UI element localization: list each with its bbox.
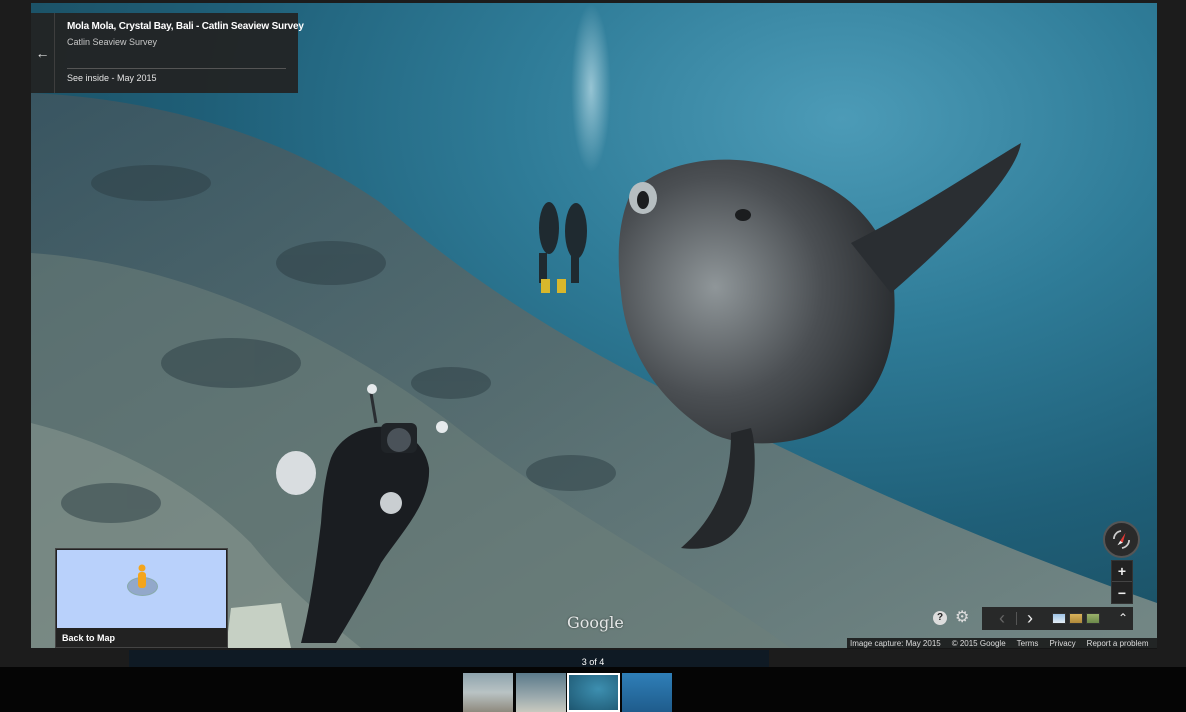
filmstrip: [0, 667, 1186, 712]
nav-thumbnail[interactable]: [1086, 613, 1100, 624]
photo-navigation-bar: ‹ › ⌃: [982, 607, 1133, 630]
chevron-right-icon[interactable]: ›: [1018, 607, 1042, 630]
bubble-trail: [571, 3, 611, 173]
terms-link[interactable]: Terms: [1017, 639, 1039, 648]
privacy-link[interactable]: Privacy: [1049, 639, 1075, 648]
arrow-left-icon[interactable]: ←: [31, 13, 55, 93]
zoom-in-button[interactable]: +: [1112, 561, 1132, 582]
chevron-up-icon[interactable]: ⌃: [1114, 607, 1132, 630]
footer-bar: Image capture: May 2015 © 2015 Google Te…: [847, 638, 1157, 649]
place-title: Mola Mola, Crystal Bay, Bali - Catlin Se…: [67, 21, 304, 32]
google-logo: Google: [567, 613, 624, 632]
nav-divider: [1016, 612, 1017, 625]
card-divider: [67, 68, 286, 69]
see-inside-date[interactable]: See inside - May 2015: [67, 73, 157, 83]
compass-icon[interactable]: [1103, 521, 1140, 558]
copyright-text: © 2015 Google: [951, 639, 1006, 648]
filmstrip-band: [129, 650, 769, 667]
nav-thumbnail[interactable]: [1069, 613, 1083, 624]
filmstrip-thumbnail[interactable]: [622, 673, 672, 712]
help-icon[interactable]: ?: [933, 611, 947, 625]
mini-map-area[interactable]: [57, 550, 226, 628]
zoom-out-button[interactable]: −: [1112, 582, 1132, 603]
zoom-control: + −: [1111, 560, 1133, 604]
place-info-card: ← Mola Mola, Crystal Bay, Bali - Catlin …: [31, 13, 304, 93]
mini-map[interactable]: Back to Map: [55, 548, 228, 648]
photo-counter: 3 of 4: [581, 657, 605, 667]
gear-icon[interactable]: ⚙: [955, 609, 972, 626]
filmstrip-thumbnail[interactable]: [463, 673, 513, 712]
back-to-map-link[interactable]: Back to Map: [62, 633, 115, 643]
filmstrip-thumbnail-active[interactable]: [567, 673, 620, 712]
nav-thumbnail[interactable]: [1052, 613, 1066, 624]
report-problem-link[interactable]: Report a problem: [1087, 639, 1149, 648]
image-capture-date: Image capture: May 2015: [850, 639, 941, 648]
filmstrip-thumbnail[interactable]: [516, 673, 566, 712]
place-subtitle[interactable]: Catlin Seaview Survey: [67, 37, 157, 47]
chevron-left-icon[interactable]: ‹: [990, 607, 1014, 630]
pegman-icon[interactable]: [136, 564, 148, 590]
